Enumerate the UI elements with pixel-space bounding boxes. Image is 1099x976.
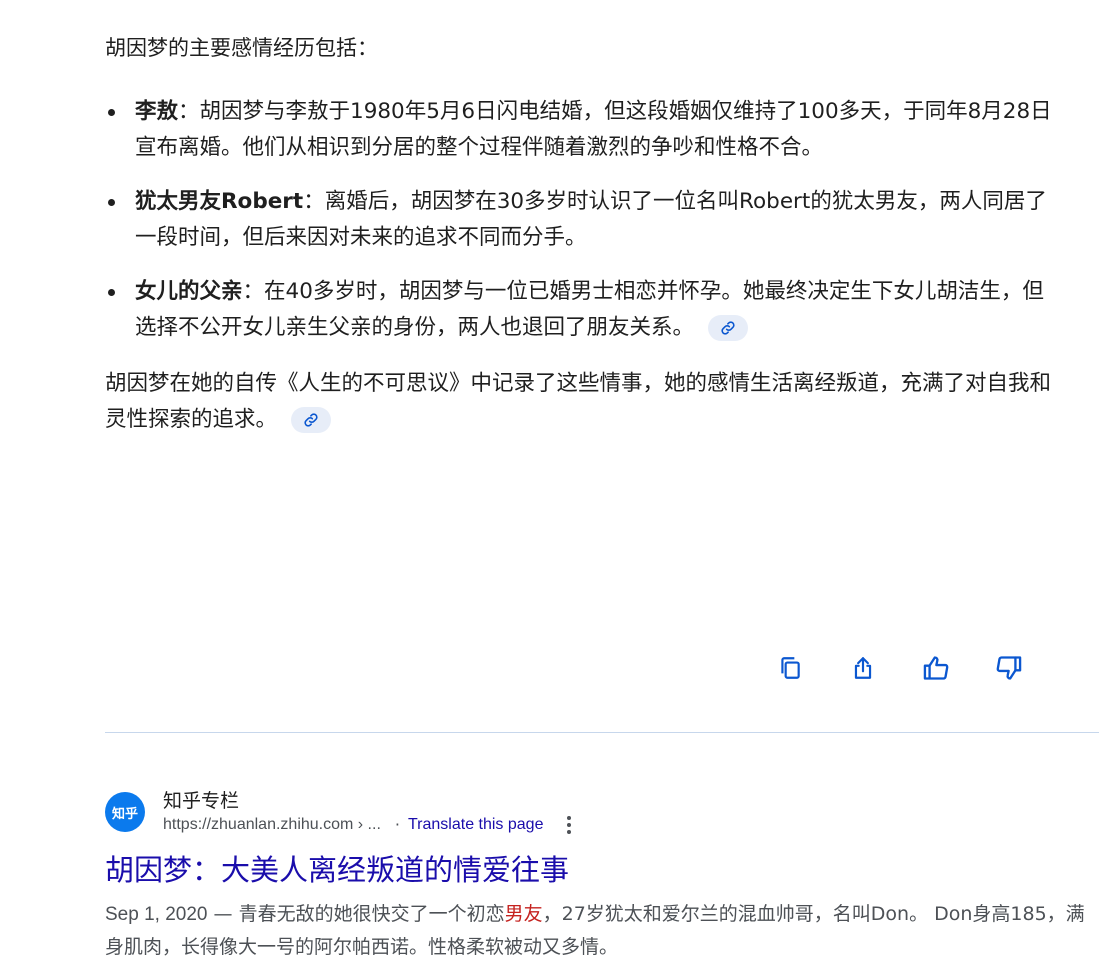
site-url[interactable]: https://zhuanlan.zhihu.com › ... (163, 814, 381, 836)
list-item: 李敖：胡因梦与李敖于1980年5月6日闪电结婚，但这段婚姻仅维持了100多天，于… (105, 94, 1065, 166)
feedback-toolbar (772, 650, 1027, 686)
item-text: ：在40多岁时，胡因梦与一位已婚男士相恋并怀孕。她最终决定生下女儿胡洁生，但选择… (135, 279, 1044, 340)
citation-link-button[interactable] (291, 407, 332, 433)
list-item: 女儿的父亲：在40多岁时，胡因梦与一位已婚男士相恋并怀孕。她最终决定生下女儿胡洁… (105, 274, 1065, 346)
site-name[interactable]: 知乎专栏 (163, 788, 577, 814)
item-term: 犹太男友Robert (135, 189, 304, 214)
search-result: 知乎 知乎专栏 https://zhuanlan.zhihu.com › ...… (105, 788, 1085, 963)
list-item: 犹太男友Robert：离婚后，胡因梦在30多岁时认识了一位名叫Robert的犹太… (105, 184, 1065, 256)
link-icon (304, 413, 318, 427)
site-meta: 知乎专栏 https://zhuanlan.zhihu.com › ... · … (163, 788, 577, 836)
item-term: 李敖 (135, 99, 179, 124)
thumbs-up-icon (923, 656, 949, 680)
closing-text: 胡因梦在她的自传《人生的不可思议》中记录了这些情事，她的感情生活离经叛道，充满了… (105, 371, 1052, 432)
copy-button[interactable] (772, 650, 808, 686)
relationship-list: 李敖：胡因梦与李敖于1980年5月6日闪电结婚，但这段婚姻仅维持了100多天，于… (105, 94, 1065, 346)
snippet-dash: — (207, 903, 239, 925)
citation-link-button[interactable] (708, 315, 749, 341)
url-row: https://zhuanlan.zhihu.com › ... · Trans… (163, 814, 577, 836)
share-icon (854, 657, 872, 679)
thumbs-down-icon (996, 656, 1022, 680)
snippet-highlight: 男友 (504, 903, 543, 925)
result-title-link[interactable]: 胡因梦：大美人离经叛道的情爱往事 (105, 850, 1085, 890)
section-divider (105, 732, 1099, 733)
result-snippet: Sep 1, 2020 — 青春无敌的她很快交了一个初恋男友，27岁犹太和爱尔兰… (105, 898, 1085, 963)
overview-intro: 胡因梦的主要感情经历包括： (105, 36, 378, 60)
more-options-icon[interactable] (561, 814, 577, 836)
thumbs-up-button[interactable] (918, 650, 954, 686)
translate-page-link[interactable]: Translate this page (408, 814, 543, 836)
ai-overview: 胡因梦的主要感情经历包括： 李敖：胡因梦与李敖于1980年5月6日闪电结婚，但这… (105, 30, 1065, 438)
overview-closing: 胡因梦在她的自传《人生的不可思议》中记录了这些情事，她的感情生活离经叛道，充满了… (105, 366, 1065, 438)
snippet-date: Sep 1, 2020 (105, 904, 208, 925)
snippet-text-pre: 青春无敌的她很快交了一个初恋 (238, 903, 505, 925)
share-button[interactable] (845, 650, 881, 686)
result-site-row: 知乎 知乎专栏 https://zhuanlan.zhihu.com › ...… (105, 788, 1085, 836)
item-text: ：胡因梦与李敖于1980年5月6日闪电结婚，但这段婚姻仅维持了100多天，于同年… (135, 99, 1052, 160)
copy-icon (781, 657, 800, 679)
link-icon (721, 321, 735, 335)
separator-dot: · (394, 815, 400, 834)
thumbs-down-button[interactable] (991, 650, 1027, 686)
zhihu-favicon-icon[interactable]: 知乎 (105, 792, 145, 832)
item-term: 女儿的父亲 (135, 279, 243, 304)
